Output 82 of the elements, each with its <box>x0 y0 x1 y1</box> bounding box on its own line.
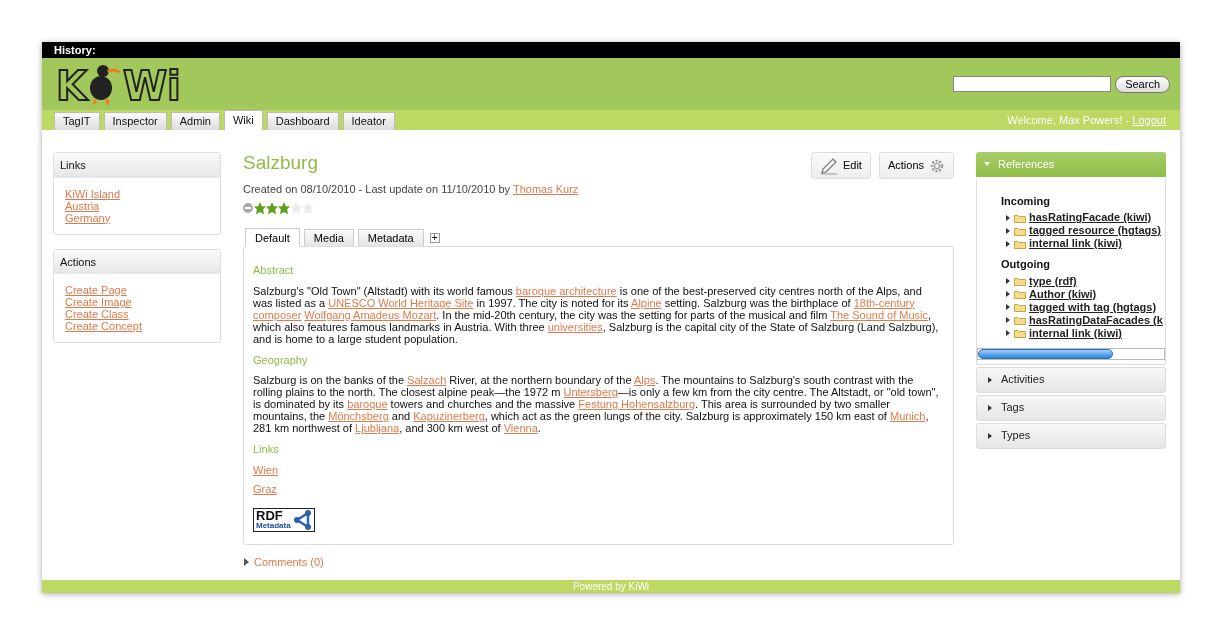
pencil-icon <box>819 156 838 175</box>
caret-icon <box>984 161 990 168</box>
inline-link[interactable]: Vienna <box>503 422 538 435</box>
caret-icon <box>987 404 993 411</box>
nav-tab[interactable]: TagIT <box>54 112 100 130</box>
folder-icon <box>1014 302 1026 312</box>
inline-link[interactable]: Kapuzinerberg <box>413 410 485 423</box>
section-heading: Geography <box>253 352 309 368</box>
sidebar-link[interactable]: Create Page <box>65 284 127 296</box>
inline-link[interactable]: 18th-century <box>853 296 915 309</box>
page-meta: Created on 08/10/2010 - Last update on 11/10/2010 by Thomas Kurz <box>243 181 579 197</box>
inline-link[interactable]: Alpine <box>631 296 662 309</box>
sidebar-link[interactable]: Germany <box>65 211 111 224</box>
article-link[interactable]: Wien <box>253 463 279 476</box>
search-field[interactable] <box>953 76 1112 92</box>
caret-icon <box>243 558 250 567</box>
inline-link[interactable]: baroque architecture <box>515 284 617 297</box>
gear-icon <box>929 157 945 174</box>
content-tab[interactable]: Metadata <box>357 229 424 247</box>
inline-link[interactable]: UNESCO World Heritage Site <box>328 296 474 309</box>
nav-tab[interactable]: Dashboard <box>266 112 339 130</box>
author-link[interactable]: Thomas Kurz <box>512 182 579 195</box>
sidebar-link[interactable]: Create Image <box>65 296 132 308</box>
expand-icon[interactable] <box>1005 317 1011 323</box>
footer-text: Powered by KiWi <box>42 580 1180 593</box>
tree-item-link[interactable]: type (rdf) <box>1029 272 1077 290</box>
scrollbar[interactable] <box>977 347 1165 360</box>
expand-icon[interactable] <box>1005 278 1011 284</box>
content-tab[interactable]: Media <box>303 229 354 247</box>
inline-link[interactable]: Salzach <box>407 374 447 387</box>
box-header: Links <box>54 153 220 178</box>
article-link[interactable]: Graz <box>253 482 277 495</box>
star-rating[interactable] <box>254 202 314 215</box>
history-label: History: <box>42 42 1180 58</box>
inline-link[interactable]: universities <box>547 320 603 333</box>
add-tab-button[interactable]: + <box>429 233 440 244</box>
caret-icon <box>987 432 993 439</box>
search-button[interactable]: Search <box>1115 75 1170 93</box>
nav-tab[interactable]: Ideator <box>342 112 395 130</box>
accordion-header[interactable]: Activities <box>976 366 1166 393</box>
section-heading: Links <box>253 442 280 458</box>
accordion-header[interactable]: Tags <box>976 394 1166 421</box>
network-icon <box>292 509 312 530</box>
folder-icon <box>1014 212 1026 223</box>
caret-icon <box>987 376 993 383</box>
expand-icon[interactable] <box>1005 330 1011 336</box>
paragraph: Salzburg's "Old Town" (Altstadt) with its world famous baroque architecture is one of the best-preserved city centres north of the Alps, and was listed as a UNESCO World Heritage Site in 1997. The city is noted for its Alpine setting. Salzburg was the birthplace of 18th-century composer Wolfgang Amadeus Mozart. In the mid-20th century, the city was the setting for parts of the musical and film The Sound of Music, which also features famous landmarks in Austria. With three universities, Salzburg is the capital city of the State of Salzburg (Land Salzburg), and is home to a large student population. <box>253 284 940 345</box>
references-header[interactable]: References <box>976 152 1166 177</box>
nav-tab[interactable]: Wiki <box>223 110 263 130</box>
inline-link[interactable]: baroque <box>347 398 388 411</box>
actions-button[interactable]: Actions <box>878 152 954 179</box>
folder-icon <box>1014 276 1026 286</box>
expand-icon[interactable] <box>1005 291 1011 297</box>
inline-link[interactable]: Untersberg <box>563 386 618 399</box>
edit-button[interactable]: Edit <box>810 152 871 179</box>
content-tab[interactable]: Default <box>245 228 300 248</box>
sidebar-link[interactable]: KiWi Island <box>65 187 121 200</box>
expand-icon[interactable] <box>1005 304 1011 310</box>
page-title: Salzburg <box>243 152 319 175</box>
logout-link[interactable]: Logout <box>1132 113 1166 126</box>
folder-icon <box>1014 315 1026 325</box>
accordion-header[interactable]: Types <box>976 422 1166 449</box>
tree-group-label: Outgoing <box>1001 257 1051 272</box>
folder-icon <box>1014 328 1026 338</box>
logo-text: Wi <box>123 66 181 106</box>
folder-icon <box>1014 238 1026 249</box>
sidebar-link[interactable]: Create Concept <box>65 320 143 332</box>
tree-group-label: Incoming <box>1001 193 1051 209</box>
rdf-metadata-badge[interactable]: RDF Metadata <box>253 507 315 532</box>
nav-tab[interactable]: Inspector <box>103 112 167 130</box>
folder-icon <box>1014 225 1026 236</box>
sidebar-link[interactable]: Austria <box>65 199 100 212</box>
inline-link[interactable]: Mönchsberg <box>328 410 389 423</box>
sidebar-link[interactable]: Create Class <box>65 308 129 320</box>
folder-icon <box>1014 289 1026 299</box>
nav-tab[interactable]: Admin <box>170 112 220 130</box>
box-header: Actions <box>54 249 220 274</box>
inline-link[interactable]: composer <box>253 308 302 321</box>
paragraph: Salzburg is on the banks of the Salzach River, at the northern boundary of the Alps. The mountains to Salzburg's south contrast with the rolling plains to the north. The closest alpine peak—the 1972 m Untersberg—is only a few km from the city centre. The Altstadt, or "old town", is dominated by its baroque towers and churches and the massive Festung Hohensalzburg. This area is surrounded by two smaller mountains, the Mönchsberg and Kapuzinerberg, which act as the green lungs of the city. Salzburg is approximately 150 km east of Munich, 281 km northwest of Ljubljana, and 300 km west of Vienna. <box>253 374 940 435</box>
section-heading: Abstract <box>253 263 295 279</box>
comments-toggle[interactable]: Comments (0) <box>243 553 954 571</box>
welcome-text: Welcome, Max Powers! - Logout <box>1007 112 1166 128</box>
